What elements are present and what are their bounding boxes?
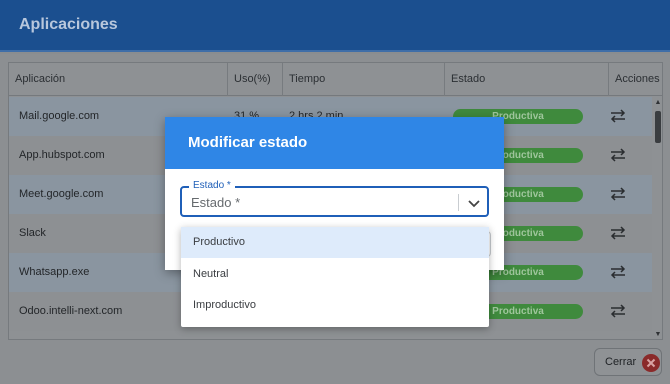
estado-select-label: Estado * <box>189 180 235 191</box>
swap-icon[interactable] <box>609 303 627 319</box>
option-improductivo[interactable]: Improductivo <box>181 290 489 321</box>
app-name: Whatsapp.exe <box>19 266 90 278</box>
page-title: Aplicaciones <box>19 16 118 33</box>
option-neutral[interactable]: Neutral <box>181 259 489 290</box>
scrollbar-thumb[interactable] <box>655 111 661 143</box>
dialog-header: Modificar estado <box>165 117 504 169</box>
chevron-down-icon[interactable] <box>466 195 482 211</box>
column-header-tiempo[interactable]: Tiempo <box>283 63 445 96</box>
column-header-acciones: Acciones <box>615 73 660 85</box>
scroll-up-icon[interactable]: ▲ <box>654 99 662 107</box>
app-name: Mail.google.com <box>19 110 100 122</box>
app-name: App.hubspot.com <box>19 149 105 161</box>
estado-options-menu: Productivo Neutral Improductivo <box>181 227 489 327</box>
swap-icon[interactable] <box>609 264 627 280</box>
app-name: Meet.google.com <box>19 188 104 200</box>
swap-icon[interactable] <box>609 225 627 241</box>
option-productivo[interactable]: Productivo <box>181 227 489 258</box>
swap-icon[interactable] <box>609 186 627 202</box>
select-divider <box>458 194 459 211</box>
column-header-estado[interactable]: Estado <box>445 63 609 96</box>
estado-select-value: Estado * <box>191 195 241 210</box>
table-header: Aplicación Uso(%) Tiempo Estado Acciones <box>9 63 662 96</box>
table-scrollbar[interactable]: ▲ ▼ <box>654 99 662 339</box>
dialog-title: Modificar estado <box>188 134 308 151</box>
close-circle-icon <box>642 354 660 372</box>
app-name: Slack <box>19 227 46 239</box>
close-button[interactable]: Cerrar <box>594 348 662 376</box>
app-name: Odoo.intelli-next.com <box>19 305 123 317</box>
app-header: Aplicaciones <box>0 0 670 52</box>
scroll-down-icon[interactable]: ▼ <box>654 331 662 339</box>
swap-icon[interactable] <box>609 147 627 163</box>
close-button-label: Cerrar <box>605 356 637 368</box>
column-header-uso[interactable]: Uso(%) <box>228 63 283 96</box>
swap-icon[interactable] <box>609 108 627 124</box>
column-header-aplicacion[interactable]: Aplicación <box>9 63 228 96</box>
